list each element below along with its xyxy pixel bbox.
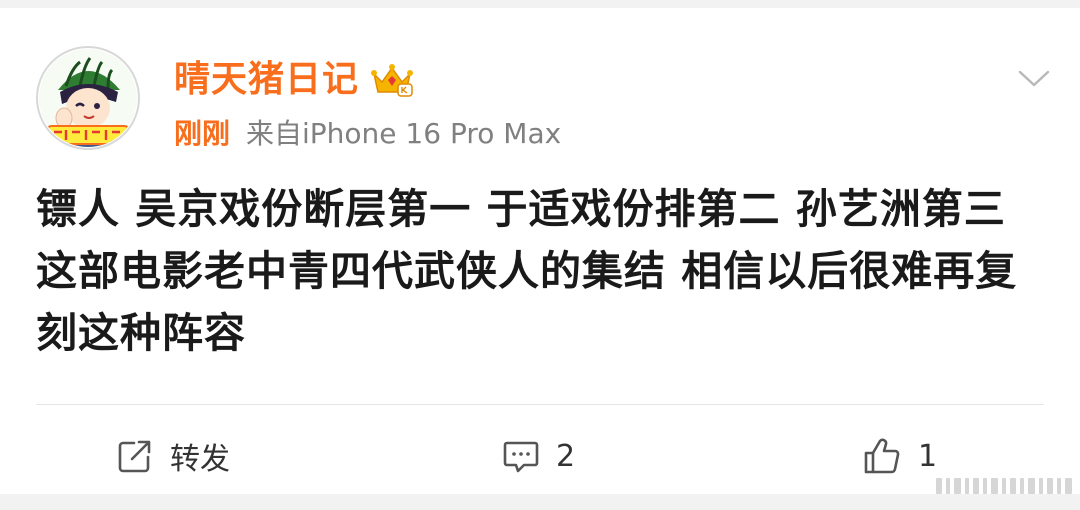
like-count: 1 [918,438,938,474]
post-source: 来自iPhone 16 Pro Max [246,117,562,150]
post-content: 镖人 吴京戏份断层第一 于适戏份排第二 孙艺洲第三 这部电影老中青四代武侠人的集… [36,185,1018,357]
thumbs-up-icon [862,436,902,476]
chevron-down-icon[interactable] [1016,66,1052,90]
repost-icon [116,437,154,475]
comment-icon [502,437,540,475]
post-meta: 刚刚 来自iPhone 16 Pro Max [174,114,561,154]
like-button[interactable]: 1 [862,428,937,484]
user-avatar[interactable] [36,46,140,150]
watermark [936,474,1076,498]
vip-crown-icon[interactable] [370,62,414,100]
divider [36,404,1044,405]
post-time: 刚刚 [174,117,231,150]
comment-count: 2 [556,438,576,474]
comment-button[interactable]: 2 [502,428,575,484]
repost-button[interactable]: 转发 [116,428,230,484]
repost-label: 转发 [170,442,230,477]
weibo-post-card: 晴天猪日记 刚刚 来自iPhone 16 Pro Max 镖人 吴京戏份断层第一 … [0,8,1080,494]
username[interactable]: 晴天猪日记 [174,58,359,102]
